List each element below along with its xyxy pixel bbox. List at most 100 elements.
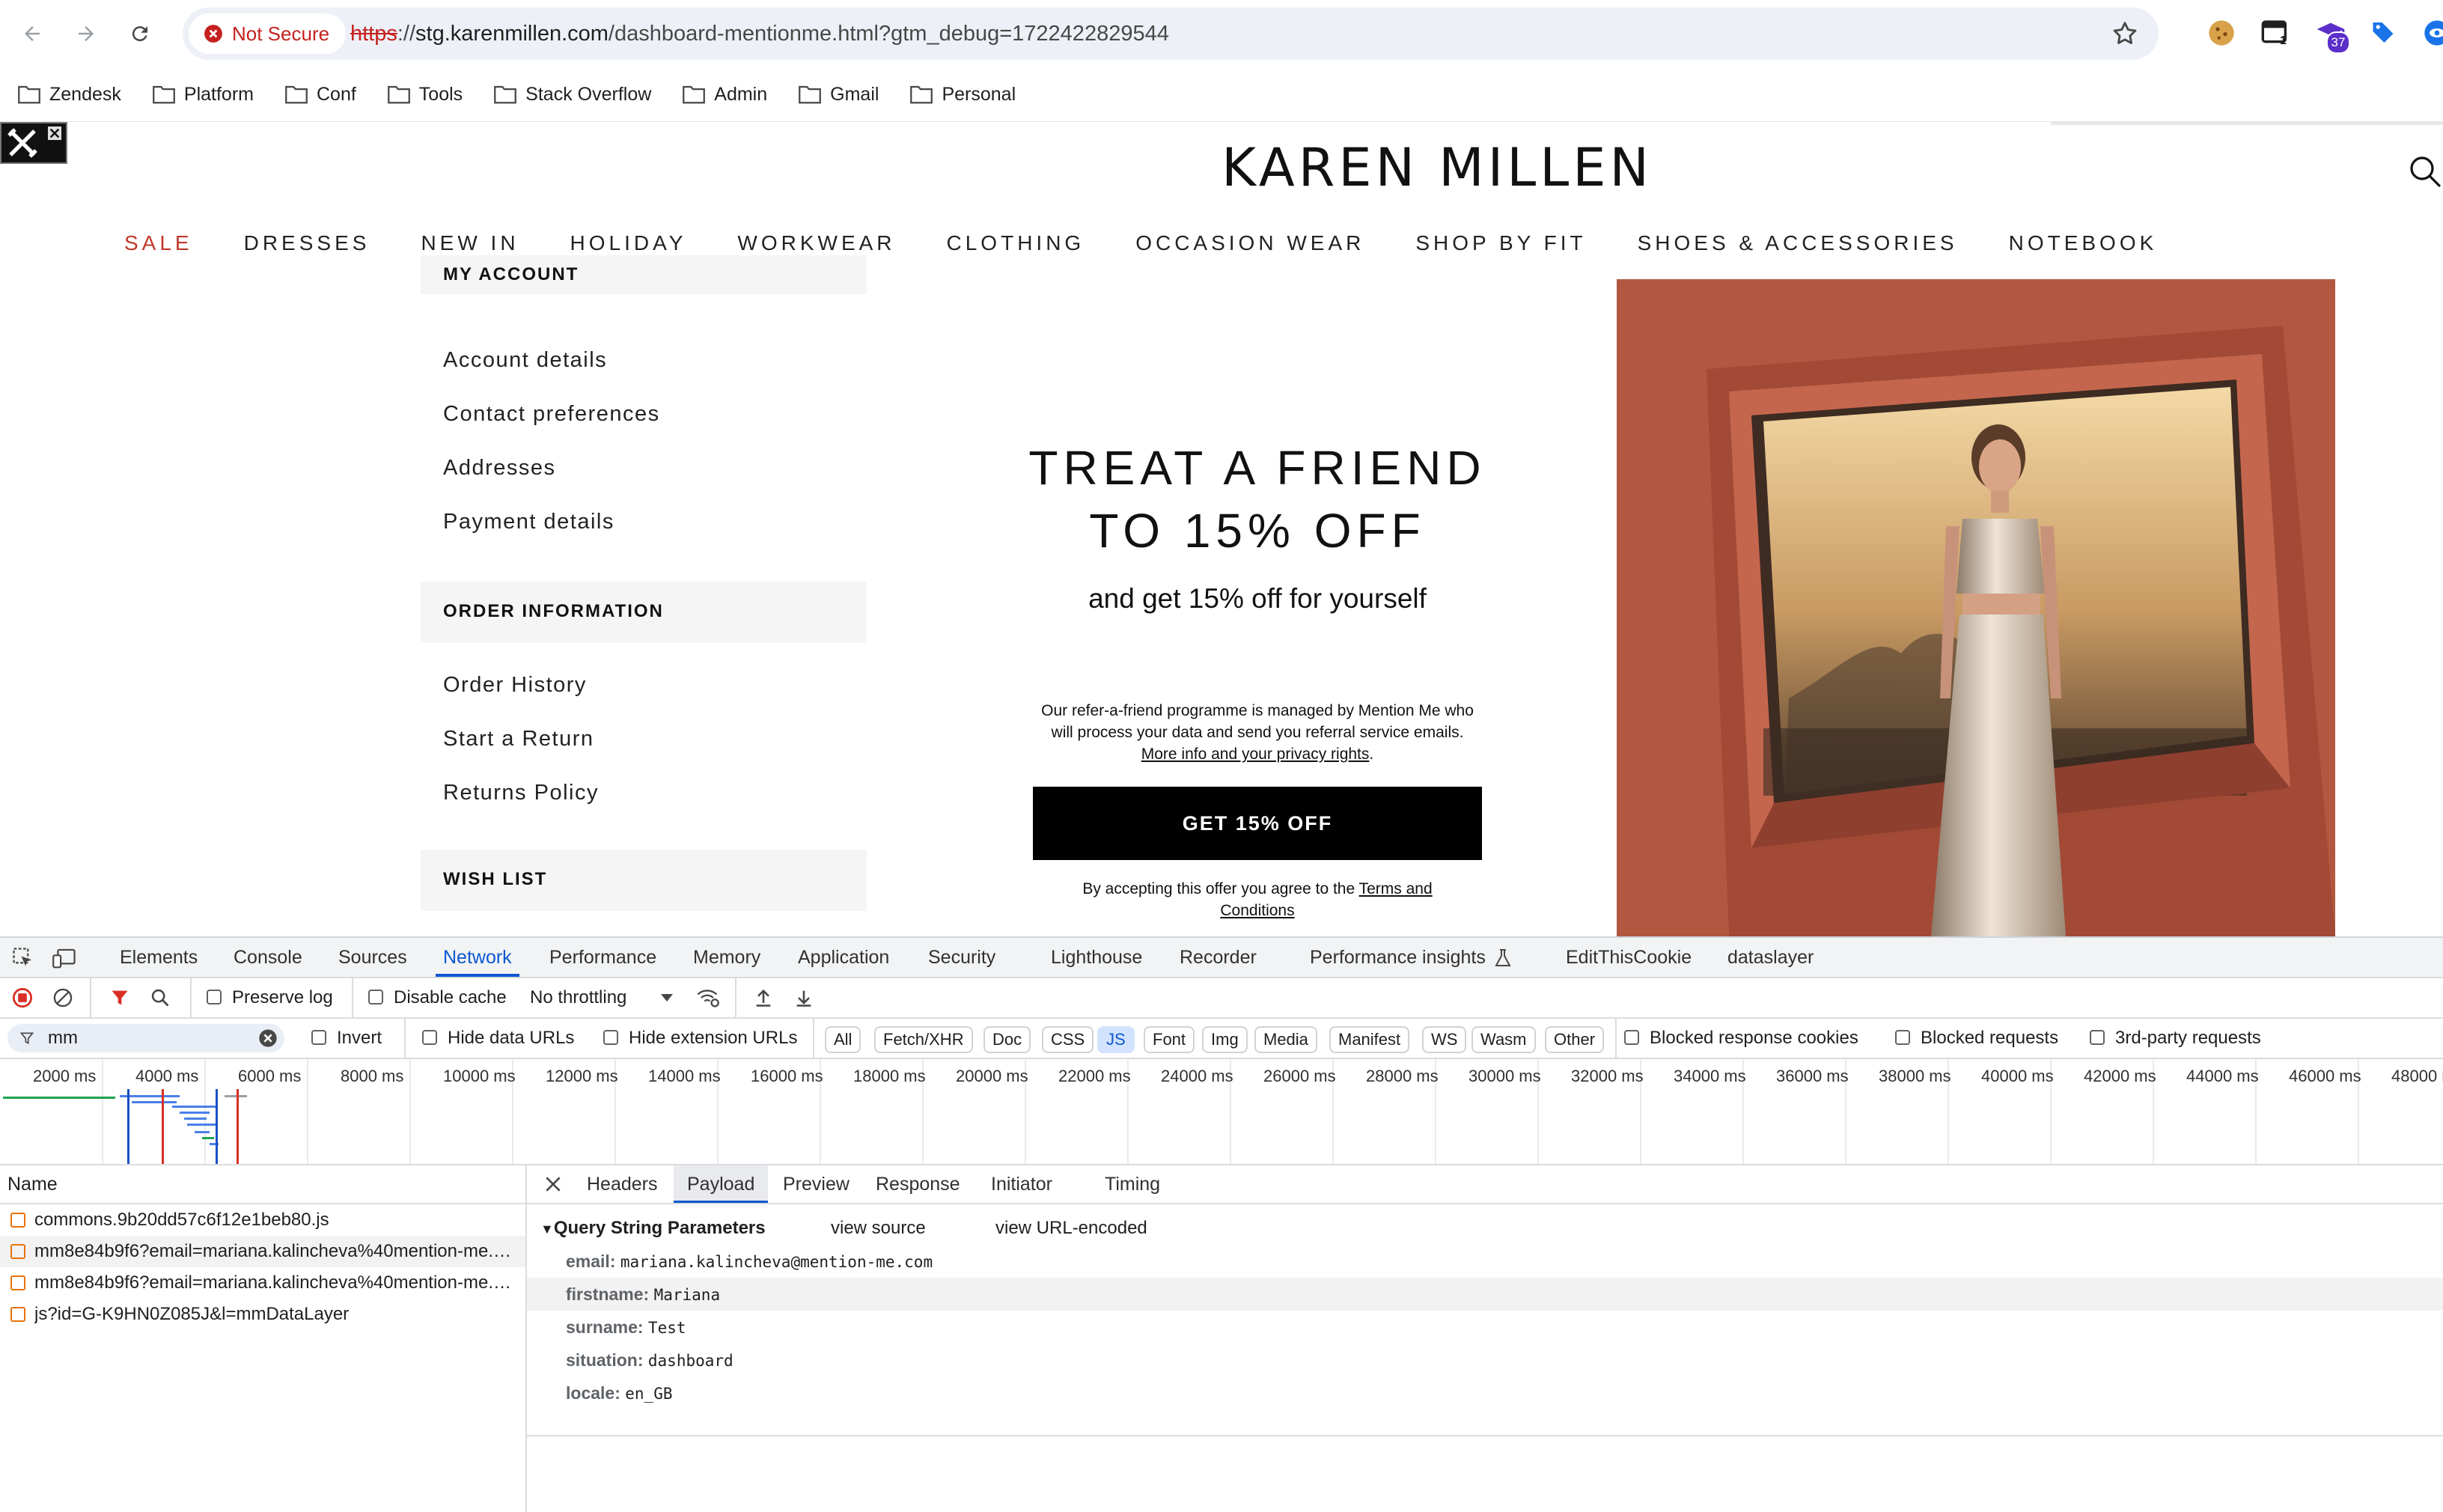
disable-cache-checkbox[interactable] (368, 990, 383, 1005)
request-row[interactable]: commons.9b20dd57c6f12e1beb80.js (0, 1204, 525, 1236)
nav-item[interactable]: SALE (124, 231, 193, 255)
type-filter-button[interactable]: Font (1144, 1026, 1195, 1053)
extension-tag-assistant[interactable]: 1 (2260, 18, 2290, 48)
type-filter-button[interactable]: CSS (1042, 1026, 1094, 1053)
name-column-header[interactable]: Name (7, 1165, 58, 1203)
bookmark-folder[interactable]: Stack Overflow (476, 75, 665, 114)
hide-extension-urls-checkbox[interactable] (603, 1030, 618, 1045)
extension-ublock[interactable]: 37 (2316, 18, 2350, 54)
bookmark-folder[interactable]: Admin (665, 75, 781, 114)
close-detail-button[interactable] (543, 1174, 563, 1194)
request-row[interactable]: js?id=G-K9HN0Z085J&l=mmDataLayer (0, 1299, 525, 1330)
blocked-requests-checkbox[interactable] (1895, 1030, 1910, 1045)
nav-item[interactable]: CLOTHING (947, 231, 1085, 255)
bookmark-folder[interactable]: Tools (370, 75, 476, 114)
query-param[interactable]: firstname: Mariana (566, 1278, 720, 1311)
devtools-tab[interactable]: EditThisCookie (1566, 938, 1692, 977)
type-filter-button[interactable]: JS (1097, 1026, 1135, 1053)
throttling-dropdown-arrow[interactable] (660, 993, 674, 1002)
account-link[interactable]: Contact preferences (443, 402, 660, 427)
bookmark-star-button[interactable] (2111, 19, 2139, 48)
url-text[interactable]: https://stg.karenmillen.com/dashboard-me… (350, 7, 1169, 60)
account-link[interactable]: Account details (443, 348, 607, 373)
third-party-checkbox[interactable] (2090, 1030, 2105, 1045)
order-link[interactable]: Start a Return (443, 727, 594, 752)
nav-item[interactable]: HOLIDAY (570, 231, 687, 255)
devtools-toolbox-badge[interactable] (0, 122, 67, 164)
nav-item[interactable]: SHOES & ACCESSORIES (1638, 231, 1958, 255)
view-url-encoded-link[interactable]: view URL-encoded (995, 1212, 1147, 1245)
bookmark-folder[interactable]: Conf (267, 75, 370, 114)
throttling-select[interactable]: No throttling (530, 978, 626, 1017)
network-overview-timeline[interactable]: 2000 ms 4000 ms 6000 ms 8000 ms 10000 ms 1200… (0, 1059, 2443, 1165)
nav-item[interactable]: OCCASION WEAR (1135, 231, 1364, 255)
detail-tab[interactable]: Initiator (991, 1165, 1052, 1203)
query-param[interactable]: surname: Test (566, 1311, 686, 1344)
request-row[interactable]: mm8e84b9f6?email=mariana.kalincheva%40me… (0, 1267, 525, 1299)
bookmark-folder[interactable]: Zendesk (0, 75, 135, 114)
import-har-button[interactable] (753, 987, 774, 1008)
clear-filter-icon[interactable] (257, 1028, 278, 1049)
nav-item[interactable]: WORKWEAR (737, 231, 895, 255)
type-filter-button[interactable]: WS (1422, 1026, 1467, 1053)
device-toolbar-button[interactable] (52, 947, 76, 969)
detail-tab[interactable]: Response (876, 1165, 960, 1203)
search-button[interactable] (150, 987, 171, 1008)
detail-tab[interactable]: Headers (587, 1165, 658, 1203)
filter-input[interactable]: mm (7, 1024, 284, 1052)
export-har-button[interactable] (793, 987, 814, 1008)
forward-button[interactable] (69, 16, 103, 51)
wishlist-heading-box[interactable]: WISH LIST (421, 850, 867, 911)
detail-tab[interactable]: Preview (783, 1165, 850, 1203)
invert-checkbox[interactable] (311, 1030, 326, 1045)
devtools-tab[interactable]: Elements (120, 938, 198, 977)
devtools-tab[interactable]: Sources (338, 938, 407, 977)
nav-item[interactable]: DRESSES (244, 231, 370, 255)
devtools-tab[interactable]: Console (234, 938, 302, 977)
request-row[interactable]: mm8e84b9f6?email=mariana.kalincheva%40me… (0, 1236, 525, 1267)
bookmark-folder[interactable]: Platform (135, 75, 267, 114)
type-filter-button[interactable]: Other (1545, 1026, 1605, 1053)
account-link[interactable]: Payment details (443, 510, 614, 534)
bookmark-folder[interactable]: Personal (892, 75, 1029, 114)
devtools-tab[interactable]: Performance insights (1310, 938, 1486, 977)
preserve-log-checkbox[interactable] (207, 990, 222, 1005)
devtools-tab[interactable]: Performance (549, 938, 656, 977)
privacy-link[interactable]: More info and your privacy rights (1141, 746, 1370, 763)
devtools-tab[interactable]: dataslayer (1727, 938, 1814, 977)
nav-item[interactable]: NOTEBOOK (2009, 231, 2158, 255)
reload-button[interactable] (123, 16, 157, 51)
type-filter-button[interactable]: Manifest (1329, 1026, 1410, 1053)
account-link[interactable]: Addresses (443, 456, 556, 481)
query-param[interactable]: email: mariana.kalincheva@mention-me.com (566, 1245, 933, 1278)
inspect-element-button[interactable] (12, 947, 34, 969)
back-button[interactable] (15, 16, 49, 51)
type-filter-button[interactable]: Img (1202, 1026, 1248, 1053)
clear-button[interactable] (52, 987, 73, 1008)
devtools-tab[interactable]: Network (436, 938, 519, 977)
devtools-tab[interactable]: Security (928, 938, 995, 977)
extension-label[interactable] (2370, 18, 2400, 48)
detail-tab[interactable]: Payload (674, 1165, 769, 1203)
network-conditions-button[interactable] (696, 987, 720, 1008)
view-source-link[interactable]: view source (831, 1212, 926, 1245)
query-param[interactable]: situation: dashboard (566, 1344, 733, 1377)
type-filter-button[interactable]: Wasm (1471, 1026, 1536, 1053)
site-search-button[interactable] (2407, 153, 2443, 189)
nav-item[interactable]: NEW IN (421, 231, 519, 255)
detail-tab[interactable]: Timing (1105, 1165, 1160, 1203)
get-offer-button[interactable]: GET 15% OFF (1033, 787, 1482, 860)
devtools-tab[interactable]: Lighthouse (1051, 938, 1142, 977)
devtools-tab[interactable]: Memory (693, 938, 760, 977)
site-logo[interactable]: KAREN MILLEN (748, 137, 2126, 198)
query-params-section[interactable]: ▼Query String Parameters (540, 1212, 766, 1245)
type-filter-button[interactable]: Doc (983, 1026, 1031, 1053)
devtools-tab[interactable]: Application (798, 938, 889, 977)
type-filter-button[interactable]: Fetch/XHR (874, 1026, 973, 1053)
order-link[interactable]: Order History (443, 673, 587, 698)
devtools-tab[interactable]: Recorder (1180, 938, 1257, 977)
extension-eye[interactable] (2422, 18, 2443, 48)
address-bar[interactable]: Not Secure https://stg.karenmillen.com/d… (183, 7, 2159, 60)
extension-cookie[interactable] (2206, 18, 2236, 48)
filter-toggle-button[interactable] (109, 987, 130, 1008)
